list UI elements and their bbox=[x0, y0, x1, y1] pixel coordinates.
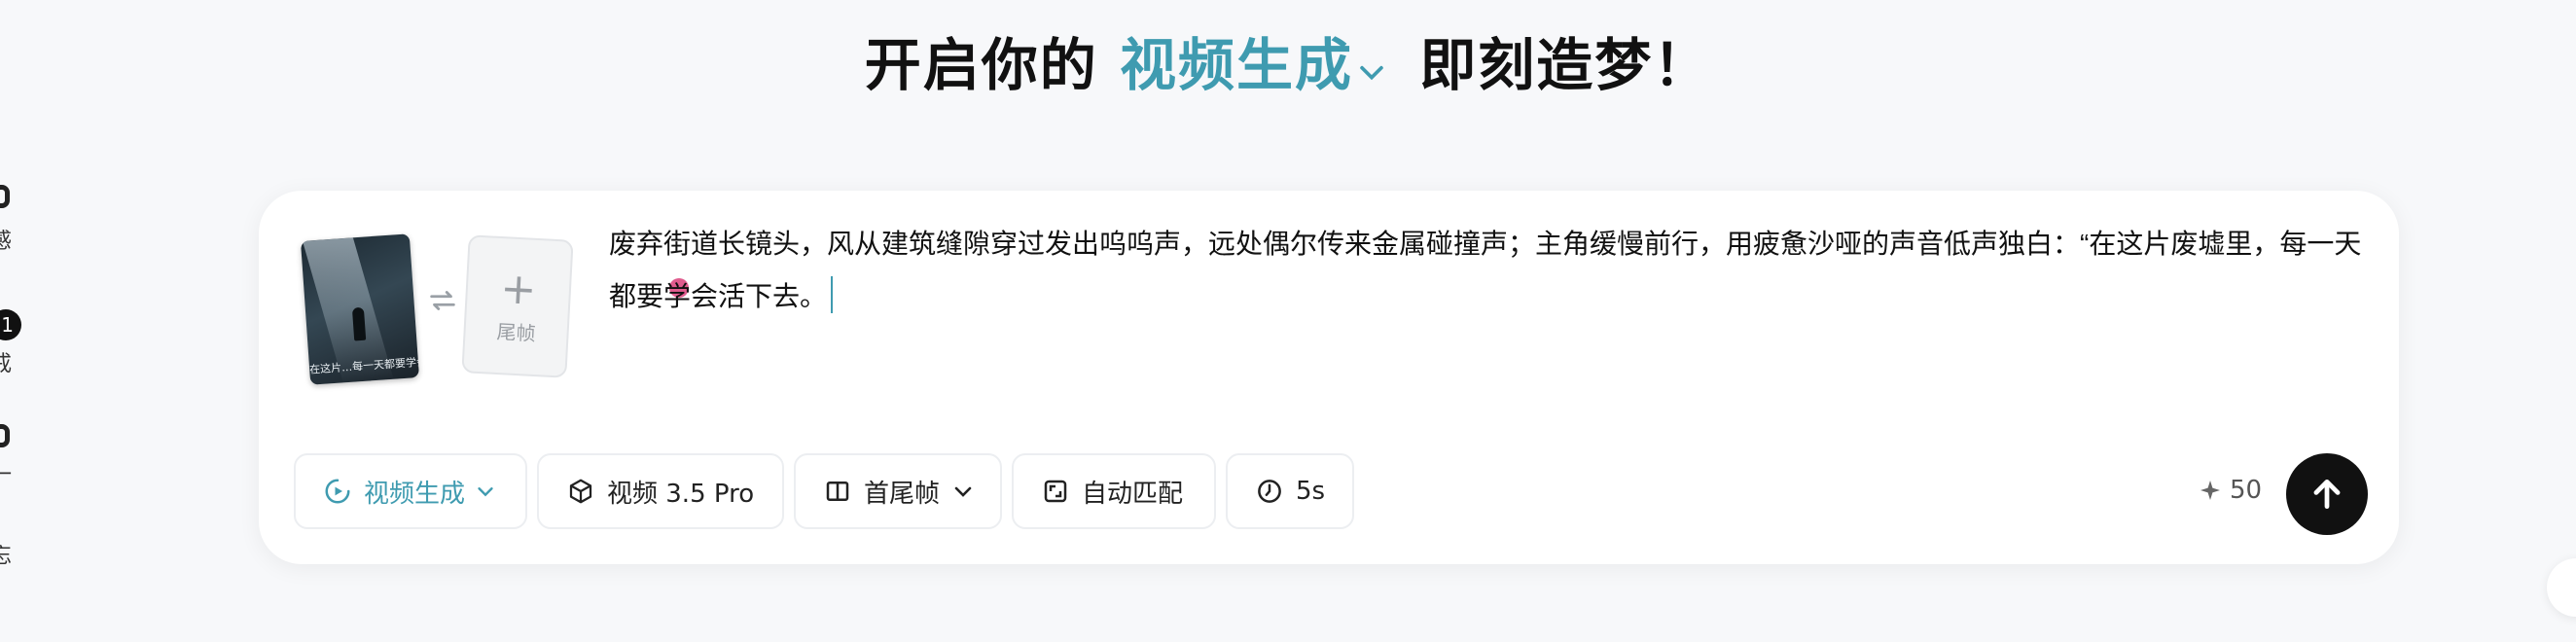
arrow-up-icon bbox=[2313, 479, 2341, 510]
prompt-composer: 在这片…每一天都要学会 + 尾帧 废弃街道长镜头，风从建筑缝隙穿过发出呜呜声，远… bbox=[259, 191, 2399, 564]
sidebar-item-label: 戒 bbox=[0, 352, 13, 376]
mode-switcher[interactable]: 视频生成 bbox=[1120, 32, 1398, 98]
mode-dropdown[interactable]: 视频生成 bbox=[294, 453, 527, 529]
prompt-input[interactable]: 废弃街道长镜头，风从建筑缝隙穿过发出呜呜声，远处偶尔传来金属碰撞声；主角缓慢前行… bbox=[609, 218, 2370, 323]
sparkle-icon bbox=[2200, 481, 2220, 500]
end-frame-upload[interactable]: + 尾帧 bbox=[461, 234, 574, 378]
text-caret bbox=[831, 276, 834, 313]
credits-cost: 50 bbox=[2199, 471, 2262, 510]
mode-dropdown-label: 视频生成 bbox=[364, 479, 466, 509]
duration-selector[interactable]: 5s bbox=[1226, 453, 1354, 529]
aspect-ratio-label: 自动匹配 bbox=[1082, 479, 1184, 509]
prompt-text: 废弃街道长镜头，风从建筑缝隙穿过发出呜呜声，远处偶尔传来金属碰撞声；主角缓慢前行… bbox=[609, 229, 2362, 311]
end-frame-label: 尾帧 bbox=[495, 319, 537, 345]
sidebar-item-label: 感 bbox=[0, 230, 13, 254]
mode-switcher-label: 视频生成 bbox=[1119, 32, 1353, 98]
floating-action-button[interactable] bbox=[2547, 558, 2576, 617]
clock-icon bbox=[1258, 480, 1281, 503]
headline-prefix: 开启你的 bbox=[864, 32, 1098, 98]
frame-mode-dropdown[interactable]: 首尾帧 bbox=[794, 453, 1002, 529]
thumbnail-figure bbox=[351, 306, 367, 341]
model-selector[interactable]: 视频 3.5 Pro bbox=[537, 453, 784, 529]
sidebar-item-label: 忘 bbox=[0, 545, 13, 569]
page-headline: 开启你的 视频生成 即刻造梦！ bbox=[0, 21, 2576, 109]
chevron-down-icon bbox=[954, 486, 972, 497]
notification-badge: 1 bbox=[0, 309, 21, 340]
send-button[interactable] bbox=[2286, 453, 2368, 535]
model-selector-label: 视频 3.5 Pro bbox=[607, 479, 755, 509]
swap-arrows-icon[interactable] bbox=[426, 284, 459, 317]
first-frame-thumbnail[interactable]: 在这片…每一天都要学会 bbox=[300, 233, 420, 385]
cube-icon bbox=[569, 479, 592, 504]
video-play-icon bbox=[325, 479, 350, 504]
duration-label: 5s bbox=[1296, 477, 1326, 506]
frame-icon bbox=[826, 482, 849, 501]
sidebar-item-label: 一 bbox=[0, 463, 13, 487]
aspect-ratio-selector[interactable]: 自动匹配 bbox=[1012, 453, 1216, 529]
credits-value: 50 bbox=[2230, 476, 2263, 505]
chevron-down-icon bbox=[1360, 65, 1383, 81]
box-icon bbox=[0, 185, 10, 208]
aspect-ratio-icon bbox=[1044, 480, 1067, 503]
box-icon bbox=[0, 424, 10, 447]
frame-mode-label: 首尾帧 bbox=[864, 479, 941, 509]
headline-suffix: 即刻造梦！ bbox=[1419, 32, 1712, 98]
plus-icon: + bbox=[499, 264, 538, 315]
chevron-down-icon bbox=[478, 487, 493, 497]
